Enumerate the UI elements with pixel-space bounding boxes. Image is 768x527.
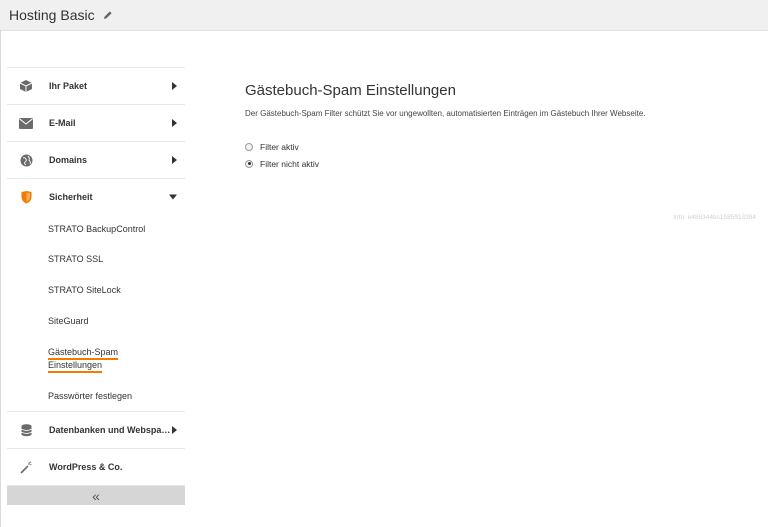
chevron-right-icon bbox=[172, 156, 177, 164]
globe-icon bbox=[16, 150, 36, 170]
subnav-item-ssl[interactable]: STRATO SSL bbox=[7, 234, 185, 264]
info-id-text: Info: e488344bs1585913384 bbox=[673, 214, 756, 221]
left-border bbox=[0, 30, 1, 527]
subnav-item-backupcontrol[interactable]: STRATO BackupControl bbox=[7, 215, 185, 234]
sidebar-item-datenbanken[interactable]: Datenbanken und Webspace bbox=[7, 411, 185, 448]
box-icon bbox=[16, 76, 36, 96]
chevron-down-icon bbox=[169, 194, 177, 200]
magic-wand-icon bbox=[16, 457, 36, 477]
page-title: Gästebuch-Spam Einstellungen bbox=[245, 82, 456, 99]
double-chevron-left-icon: « bbox=[92, 487, 100, 504]
sicherheit-submenu: STRATO BackupControl STRATO SSL STRATO S… bbox=[7, 215, 185, 411]
filter-active-label: Filter aktiv bbox=[260, 141, 299, 152]
filter-inactive-label: Filter nicht aktiv bbox=[260, 158, 320, 169]
collapse-sidebar-button[interactable]: « bbox=[7, 485, 185, 505]
main-content: Gästebuch-Spam Einstellungen Der Gästebu… bbox=[245, 82, 755, 172]
subnav-item-passwoerter[interactable]: Passwörter festlegen bbox=[7, 372, 185, 411]
subnav-item-sitelock[interactable]: STRATO SiteLock bbox=[7, 264, 185, 295]
sidebar-item-label: Sicherheit bbox=[49, 192, 93, 202]
subnav-item-siteguard[interactable]: SiteGuard bbox=[7, 295, 185, 326]
sidebar-item-domains[interactable]: Domains bbox=[7, 141, 185, 178]
chevron-right-icon bbox=[172, 426, 177, 434]
filter-active-option[interactable]: Filter aktiv bbox=[245, 138, 755, 155]
subnav-item-gaestebuch-spam[interactable]: Gästebuch-Spam Einstellungen bbox=[7, 326, 185, 373]
sidebar-item-label: Ihr Paket bbox=[49, 81, 88, 91]
chevron-right-icon bbox=[172, 82, 177, 90]
envelope-icon bbox=[16, 113, 36, 133]
sidebar-item-label: E-Mail bbox=[49, 118, 76, 128]
sidebar-item-sicherheit[interactable]: Sicherheit bbox=[7, 178, 185, 215]
sidebar-item-label: WordPress & Co. bbox=[49, 462, 123, 472]
filter-active-radio[interactable] bbox=[245, 142, 253, 151]
filter-inactive-radio[interactable] bbox=[245, 159, 253, 168]
sidebar-item-email[interactable]: E-Mail bbox=[7, 104, 185, 141]
shield-icon bbox=[16, 187, 36, 207]
pencil-icon[interactable] bbox=[103, 10, 113, 20]
page-header-title: Hosting Basic bbox=[9, 7, 95, 23]
database-icon bbox=[16, 420, 36, 440]
sidebar-item-label: Datenbanken und Webspace bbox=[49, 425, 171, 435]
sidebar-item-wordpress[interactable]: WordPress & Co. bbox=[7, 448, 185, 485]
chevron-right-icon bbox=[172, 119, 177, 127]
subnav-label-line2: Einstellungen bbox=[48, 360, 103, 373]
filter-inactive-option[interactable]: Filter nicht aktiv bbox=[245, 155, 755, 172]
subnav-label-line1: Gästebuch-Spam bbox=[48, 347, 119, 360]
page-description: Der Gästebuch-Spam Filter schützt Sie vo… bbox=[245, 109, 646, 118]
filter-options: Filter aktiv Filter nicht aktiv bbox=[245, 138, 755, 172]
sidebar-item-ihr-paket[interactable]: Ihr Paket bbox=[7, 67, 185, 104]
top-bar: Hosting Basic bbox=[0, 0, 768, 31]
sidebar-item-label: Domains bbox=[49, 155, 88, 165]
sidebar-nav: Ihr Paket E-Mail Domains Sicherheit STRA… bbox=[7, 67, 185, 505]
